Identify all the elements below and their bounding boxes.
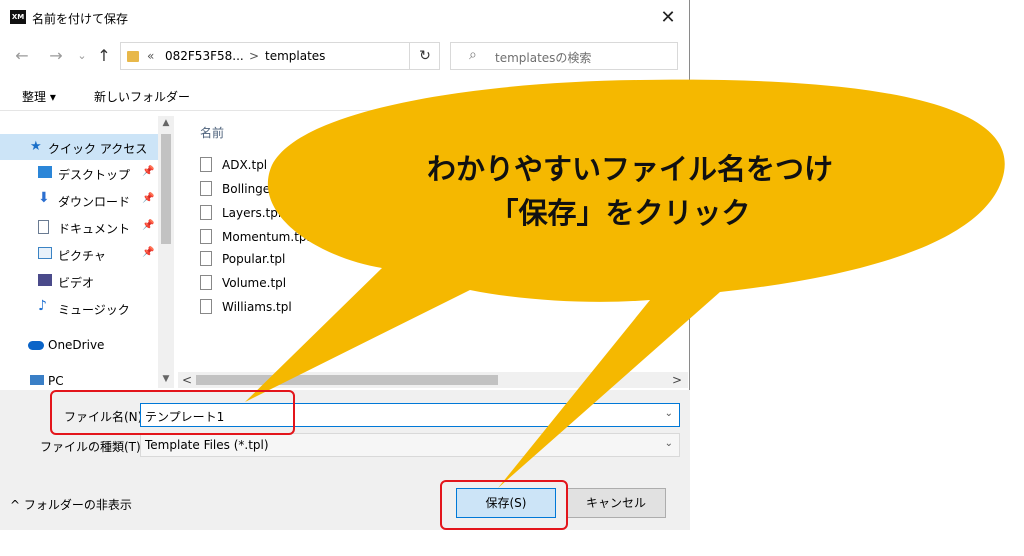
annotation-overlay: [245, 79, 1005, 489]
filename-highlight: [50, 390, 295, 435]
save-highlight: [440, 480, 568, 530]
callout-line-1: わかりやすいファイル名をつけ: [426, 152, 833, 186]
callout-line-2: 「保存」をクリック: [489, 196, 751, 230]
speech-bubble: [245, 79, 1005, 489]
